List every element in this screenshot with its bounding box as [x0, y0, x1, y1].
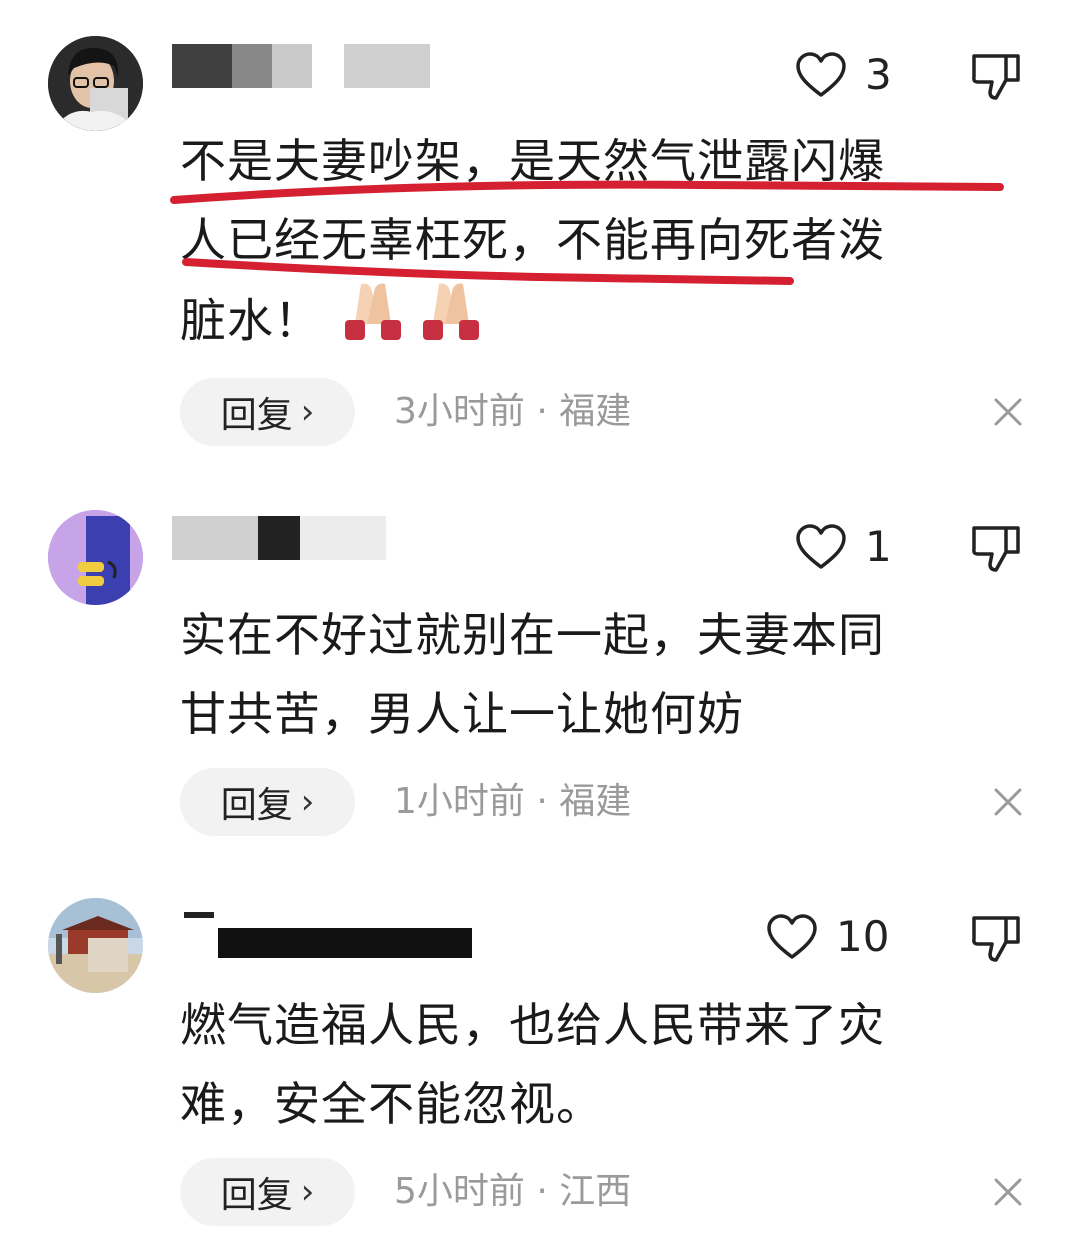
comment-meta: 1小时前 · 福建 — [394, 781, 632, 822]
reply-button[interactable]: 回复 › — [180, 378, 355, 446]
username-redacted[interactable] — [172, 912, 472, 958]
comment-meta: 3小时前 · 福建 — [394, 391, 632, 432]
comment-line: 燃气造福人民，也给人民带来了灾 — [180, 998, 885, 1052]
praying-hands-emoji — [341, 280, 491, 368]
like-count: 10 — [836, 912, 890, 961]
like-count: 3 — [865, 50, 892, 99]
chevron-right-icon: › — [300, 1172, 315, 1212]
reply-label: 回复 — [220, 785, 293, 826]
comment-text: 实在不好过就别在一起，夫妻本同 甘共苦，男人让一让她何妨 — [180, 596, 1010, 754]
thumbs-down-icon[interactable] — [970, 912, 1022, 964]
heart-outline-icon — [796, 51, 846, 97]
comment-line: 脏水！ — [180, 293, 321, 348]
like-button[interactable]: 3 — [795, 50, 892, 99]
like-button[interactable]: 10 — [766, 912, 889, 961]
avatar[interactable] — [48, 36, 143, 131]
reply-button[interactable]: 回复 › — [180, 768, 355, 836]
comment-line: 实在不好过就别在一起，夫妻本同 — [180, 608, 885, 662]
comment-line: 人已经无辜枉死，不能再向死者泼 — [180, 213, 885, 267]
close-icon[interactable] — [990, 784, 1026, 820]
username-redacted[interactable] — [172, 44, 432, 88]
thumbs-down-icon[interactable] — [970, 522, 1022, 574]
comment-line: 难，安全不能忽视。 — [180, 1077, 603, 1131]
close-icon[interactable] — [990, 1174, 1026, 1210]
username-redacted[interactable] — [172, 516, 432, 560]
comment-line: 不是夫妻吵架，是天然气泄露闪爆 — [180, 134, 885, 188]
chevron-right-icon: › — [300, 392, 315, 432]
comment-text: 不是夫妻吵架，是天然气泄露闪爆 人已经无辜枉死，不能再向死者泼 脏水！ — [180, 122, 1010, 368]
reply-label: 回复 — [220, 1175, 293, 1216]
heart-outline-icon — [796, 523, 846, 569]
reply-label: 回复 — [220, 395, 293, 436]
chevron-right-icon: › — [300, 782, 315, 822]
heart-outline-icon — [767, 913, 817, 959]
reply-button[interactable]: 回复 › — [180, 1158, 355, 1226]
comment-text: 燃气造福人民，也给人民带来了灾 难，安全不能忽视。 — [180, 986, 1010, 1144]
comment-line: 甘共苦，男人让一让她何妨 — [180, 687, 744, 741]
like-button[interactable]: 1 — [795, 522, 892, 571]
avatar[interactable] — [48, 898, 143, 993]
close-icon[interactable] — [990, 394, 1026, 430]
comment-meta: 5小时前 · 江西 — [394, 1171, 632, 1212]
thumbs-down-icon[interactable] — [970, 50, 1022, 102]
like-count: 1 — [865, 522, 892, 571]
avatar[interactable] — [48, 510, 143, 605]
